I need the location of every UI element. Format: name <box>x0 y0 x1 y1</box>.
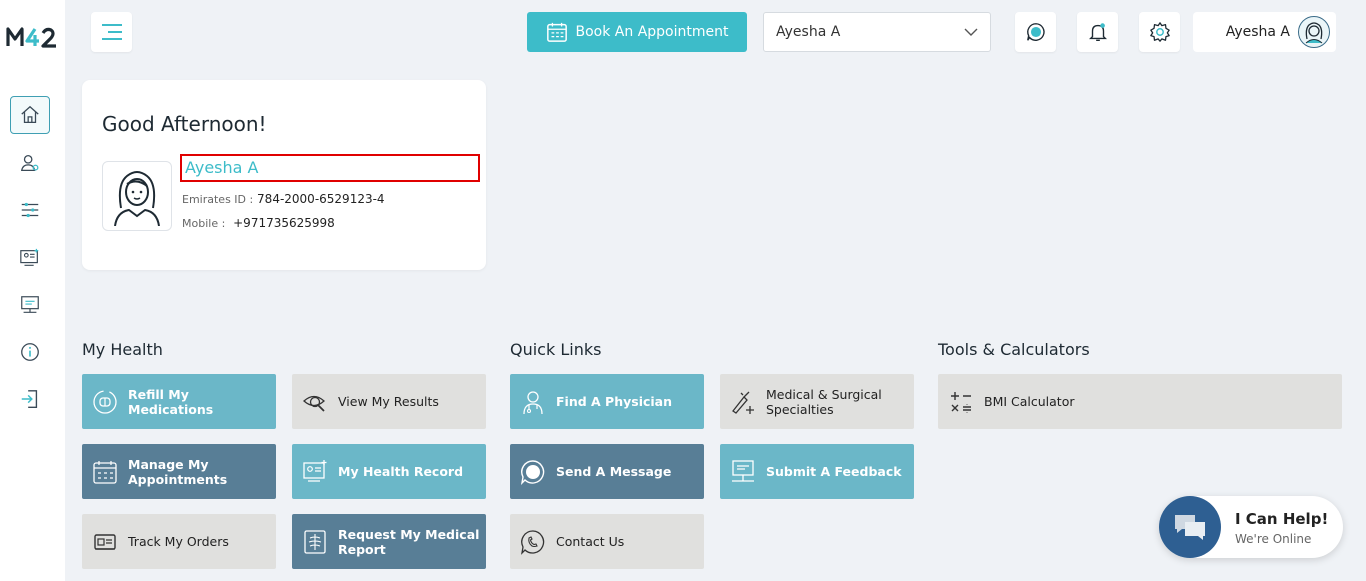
user-menu[interactable]: Ayesha A <box>1193 12 1336 52</box>
sidebar <box>0 0 65 581</box>
m42-logo <box>6 27 56 48</box>
manage-appointments-label: Manage My Appointments <box>128 457 227 487</box>
refill-icon <box>93 389 117 414</box>
health-record-label: My Health Record <box>338 464 464 479</box>
view-results-tile[interactable]: View My Results <box>292 374 486 429</box>
bmi-calculator-label: BMI Calculator <box>984 394 1075 409</box>
send-message-label: Send A Message <box>556 464 672 479</box>
my-health-title: My Health <box>82 340 163 359</box>
quick-links-title: Quick Links <box>510 340 602 359</box>
info-icon <box>21 343 39 361</box>
calendar-icon <box>546 22 567 42</box>
sliders-icon <box>21 202 39 218</box>
chat-title: I Can Help! <box>1235 510 1329 528</box>
home-icon <box>21 105 39 123</box>
sidebar-item-home[interactable] <box>10 96 50 134</box>
user-doctor-icon <box>20 155 39 171</box>
greeting-card: Good Afternoon! Ayesha A Emirates ID : 7… <box>82 80 486 270</box>
request-medical-report-tile[interactable]: Request My Medical Report <box>292 514 486 569</box>
id-card-icon <box>94 533 116 550</box>
help-chat-widget[interactable]: I Can Help! We're Online <box>1159 496 1343 558</box>
specialties-tile[interactable]: Medical & Surgical Specialties <box>720 374 914 429</box>
sidebar-item-feedback[interactable] <box>10 286 50 324</box>
medical-report-line-2: Report <box>338 541 386 557</box>
monitor-feedback-icon <box>732 459 754 482</box>
mobile-value: +971735625998 <box>233 216 335 230</box>
specialties-line-2: Specialties <box>766 401 834 417</box>
chat-icon <box>1026 23 1045 41</box>
message-icon <box>520 459 545 485</box>
contact-us-tile[interactable]: Contact Us <box>510 514 704 569</box>
physician-icon <box>523 390 543 414</box>
xray-report-icon <box>304 529 326 554</box>
phone-chat-icon <box>521 529 545 555</box>
track-orders-label: Track My Orders <box>128 534 229 549</box>
user-avatar-icon <box>1298 16 1330 48</box>
menu-toggle-button[interactable] <box>91 12 132 52</box>
chat-status: We're Online <box>1235 532 1312 546</box>
patient-name-highlight: Ayesha A <box>180 154 480 182</box>
request-medical-report-label: Request My Medical Report <box>338 527 479 557</box>
book-appointment-label: Book An Appointment <box>575 24 729 40</box>
bmi-calculator-tile[interactable]: BMI Calculator <box>938 374 1342 429</box>
sidebar-item-profile[interactable] <box>10 144 50 182</box>
notifications-button[interactable] <box>1077 12 1118 52</box>
tools-title: Tools & Calculators <box>938 340 1090 359</box>
monitor-record-icon <box>303 459 327 482</box>
user-name: Ayesha A <box>1225 24 1290 40</box>
surgical-tools-icon <box>732 391 754 414</box>
emirates-id-label: Emirates ID : <box>182 193 254 206</box>
book-appointment-button[interactable]: Book An Appointment <box>527 12 747 52</box>
logout-icon <box>21 390 38 408</box>
health-record-tile[interactable]: My Health Record <box>292 444 486 499</box>
mobile-label: Mobile : <box>182 217 226 230</box>
send-message-tile[interactable]: Send A Message <box>510 444 704 499</box>
view-results-label: View My Results <box>338 394 439 409</box>
eye-search-icon <box>303 395 325 412</box>
mobile-row: Mobile : +971735625998 <box>182 216 335 230</box>
refill-medications-tile[interactable]: Refill My Medications <box>82 374 276 429</box>
manage-appointments-line-1: Manage My <box>128 456 209 472</box>
patient-name[interactable]: Ayesha A <box>185 158 258 177</box>
emirates-id-row: Emirates ID : 784-2000-6529123-4 <box>182 192 385 206</box>
gear-icon <box>1149 22 1170 42</box>
settings-button[interactable] <box>1139 12 1180 52</box>
track-orders-tile[interactable]: Track My Orders <box>82 514 276 569</box>
monitor-feedback-icon <box>21 296 39 313</box>
chevron-down-icon <box>964 28 978 36</box>
submit-feedback-label: Submit A Feedback <box>766 464 902 479</box>
specialties-line-1: Medical & Surgical <box>766 386 882 402</box>
sidebar-item-info[interactable] <box>10 333 50 371</box>
calendar-icon <box>93 460 117 484</box>
submit-feedback-tile[interactable]: Submit A Feedback <box>720 444 914 499</box>
calculator-icon <box>951 391 971 413</box>
greeting-title: Good Afternoon! <box>102 112 267 136</box>
specialties-label: Medical & Surgical Specialties <box>766 387 882 417</box>
medical-report-line-1: Request My Medical <box>338 526 480 542</box>
profile-select-value: Ayesha A <box>776 24 841 40</box>
profile-select[interactable]: Ayesha A <box>763 12 991 52</box>
manage-appointments-line-2: Appointments <box>128 471 228 487</box>
find-physician-label: Find A Physician <box>556 394 673 409</box>
find-physician-tile[interactable]: Find A Physician <box>510 374 704 429</box>
bell-icon <box>1088 23 1107 41</box>
refill-label: Refill My Medications <box>128 386 214 417</box>
sidebar-item-health-record[interactable] <box>10 239 50 277</box>
chat-button[interactable] <box>1015 12 1056 52</box>
hamburger-icon <box>101 24 122 40</box>
manage-appointments-tile[interactable]: Manage My Appointments <box>82 444 276 499</box>
monitor-record-icon <box>20 248 39 266</box>
contact-us-label: Contact Us <box>556 534 625 549</box>
sidebar-item-filters[interactable] <box>10 191 50 229</box>
chat-bubble-icon[interactable] <box>1159 496 1221 558</box>
sidebar-item-logout[interactable] <box>10 380 50 418</box>
emirates-id-value: 784-2000-6529123-4 <box>257 192 385 206</box>
patient-avatar-icon <box>102 161 172 231</box>
